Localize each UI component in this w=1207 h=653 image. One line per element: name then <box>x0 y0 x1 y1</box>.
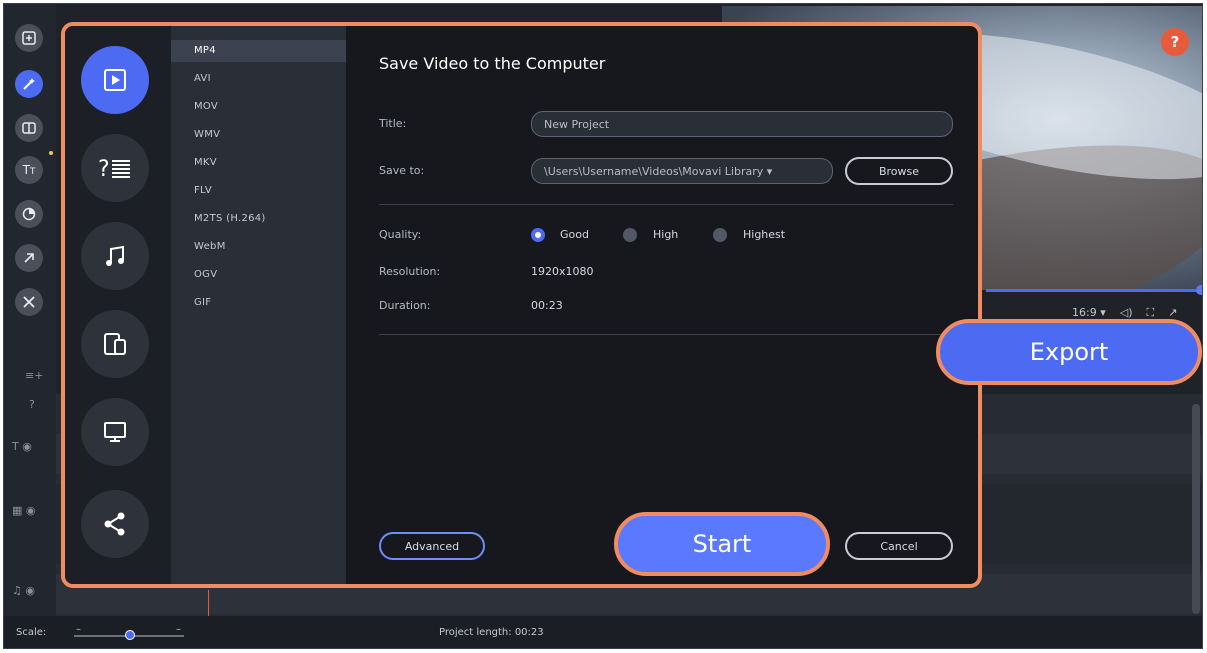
preview-controls: 16:9 ▾ ◁) ⛶ ↗ <box>1072 306 1177 320</box>
scale-slider-knob[interactable] <box>125 630 135 640</box>
save-to-select[interactable]: \Users\Username\Videos\Movavi Library ▾ <box>531 158 833 184</box>
duration-label: Duration: <box>379 299 431 312</box>
svg-text:?: ? <box>98 157 110 181</box>
new-badge-dot <box>49 151 53 155</box>
resolution-label: Resolution: <box>379 265 441 278</box>
detach-preview-icon[interactable]: ↗ <box>1168 306 1177 320</box>
transitions-icon[interactable] <box>15 114 43 142</box>
format-item[interactable]: GIF <box>194 297 211 308</box>
devices-icon[interactable] <box>81 310 149 378</box>
dialog-title: Save Video to the Computer <box>379 54 606 73</box>
callouts-icon[interactable] <box>15 244 43 272</box>
more-tools-icon[interactable] <box>15 288 43 316</box>
quality-high-label[interactable]: High <box>653 228 678 241</box>
help-button[interactable]: ? <box>1161 28 1189 56</box>
track-help-icon: ? <box>29 398 35 411</box>
share-icon[interactable] <box>81 490 149 558</box>
tool-strip: TT ≡+ ? T ◉ ▦ ◉ ♫ ◉ <box>4 4 56 616</box>
video-track-icon: ▦ ◉ <box>12 504 36 517</box>
timeline-playhead[interactable] <box>208 590 209 618</box>
preview-progress-bar[interactable] <box>986 289 1201 292</box>
dialog-divider <box>379 334 953 335</box>
filters-icon[interactable] <box>15 200 43 228</box>
zoom-in-icon[interactable]: – <box>176 624 181 635</box>
advanced-button[interactable]: Advanced <box>379 532 485 560</box>
import-icon[interactable] <box>15 24 43 52</box>
volume-icon[interactable]: ◁) <box>1120 306 1133 320</box>
project-length: Project length: 00:23 <box>439 627 544 638</box>
scale-label: Scale: <box>16 627 47 638</box>
format-item[interactable]: AVI <box>194 73 211 84</box>
browse-button[interactable]: Browse <box>845 157 953 185</box>
video-file-icon[interactable] <box>81 46 149 114</box>
export-category-bar: ? <box>65 26 171 584</box>
title-label: Title: <box>379 117 407 130</box>
zoom-out-icon[interactable]: – <box>76 624 81 635</box>
add-track-icon[interactable]: ≡+ <box>25 369 43 382</box>
export-dialog: ? MP4 AVI MOV WMV MKV FLV M2TS (H.264) W… <box>61 22 982 588</box>
status-bar: Scale: – – Project length: 00:23 <box>4 616 1202 648</box>
aspect-ratio-select[interactable]: 16:9 ▾ <box>1072 306 1106 320</box>
audio-icon[interactable] <box>81 222 149 290</box>
dialog-divider <box>379 204 953 205</box>
hdr-formats-icon[interactable]: ? <box>81 134 149 202</box>
titles-icon[interactable]: TT <box>15 156 43 184</box>
format-item[interactable]: MOV <box>194 101 218 112</box>
format-item[interactable]: WebM <box>194 241 226 252</box>
app-window: TT ≡+ ? T ◉ ▦ ◉ ♫ ◉ ? 16:9 ▾ ◁) ⛶ ↗ Scal… <box>3 3 1203 649</box>
format-item[interactable]: WMV <box>194 129 220 140</box>
format-item[interactable]: FLV <box>194 185 212 196</box>
format-item[interactable]: OGV <box>194 269 217 280</box>
save-to-label: Save to: <box>379 164 425 177</box>
timeline-scrollbar[interactable] <box>1192 404 1200 614</box>
tv-icon[interactable] <box>81 398 149 466</box>
audio-track-icon: ♫ ◉ <box>12 584 35 597</box>
fullscreen-icon[interactable]: ⛶ <box>1147 306 1155 320</box>
title-track-icon: T ◉ <box>12 440 32 453</box>
cancel-button[interactable]: Cancel <box>845 532 953 560</box>
export-button[interactable]: Export <box>936 319 1202 385</box>
quality-good-radio[interactable] <box>531 228 545 242</box>
format-list: MP4 AVI MOV WMV MKV FLV M2TS (H.264) Web… <box>171 26 346 584</box>
quality-highest-radio[interactable] <box>713 228 727 242</box>
quality-high-radio[interactable] <box>623 228 637 242</box>
format-item[interactable]: MP4 <box>194 45 216 56</box>
magic-wand-icon[interactable] <box>15 70 43 98</box>
quality-highest-label[interactable]: Highest <box>743 228 785 241</box>
start-button[interactable]: Start <box>614 512 830 576</box>
duration-value: 00:23 <box>531 299 563 312</box>
format-item[interactable]: M2TS (H.264) <box>194 213 266 224</box>
format-item[interactable]: MKV <box>194 157 217 168</box>
quality-label: Quality: <box>379 228 422 241</box>
resolution-value: 1920x1080 <box>531 265 594 278</box>
title-input[interactable]: New Project <box>531 111 953 137</box>
preview-scrubber-knob[interactable] <box>1196 285 1202 295</box>
quality-good-label[interactable]: Good <box>560 228 589 241</box>
